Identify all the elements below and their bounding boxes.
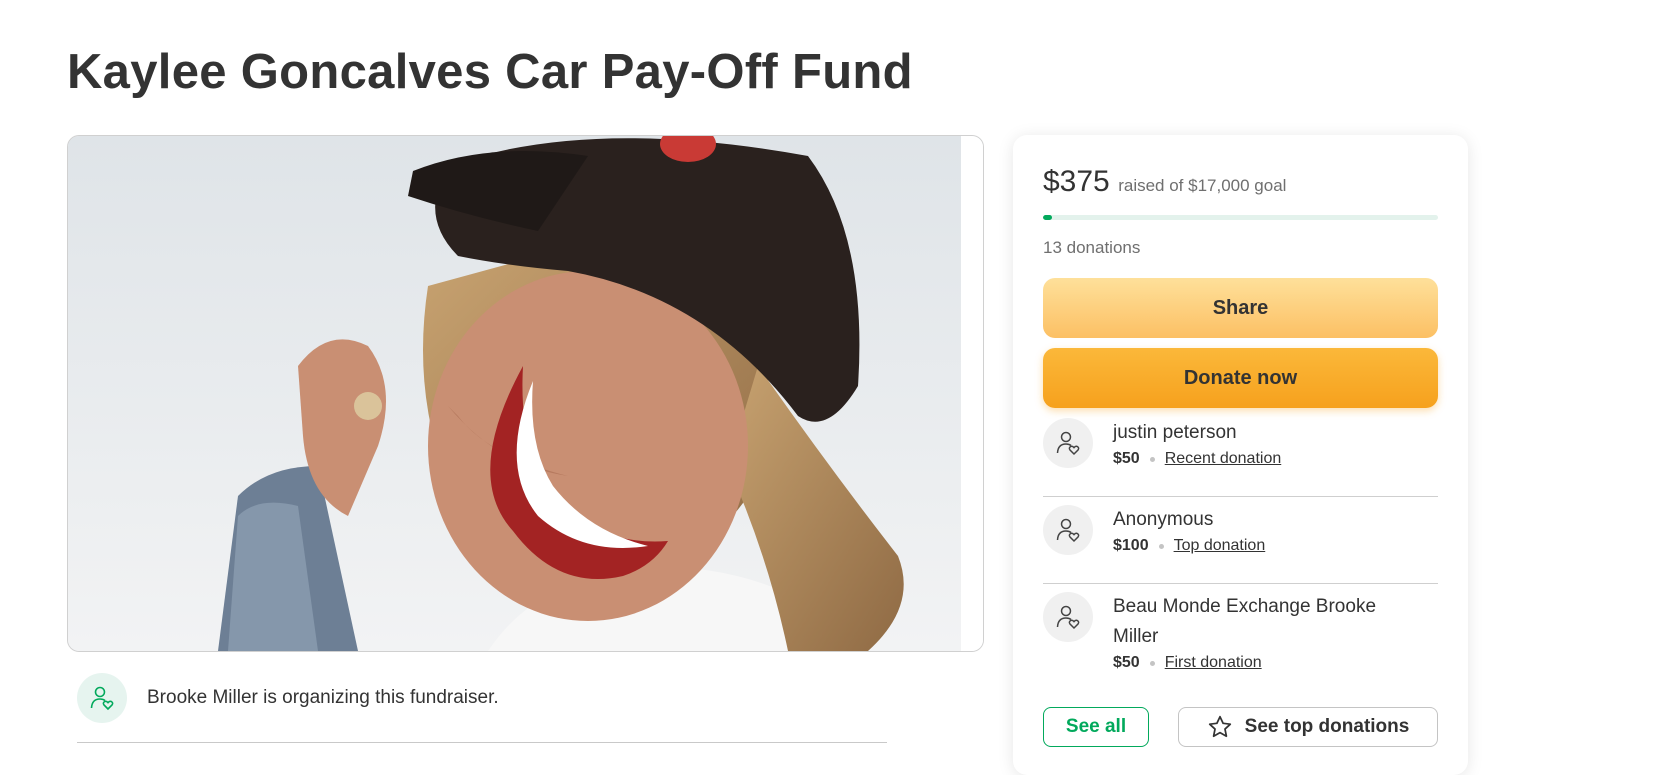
progress-bar-fill [1043, 215, 1052, 220]
donation-amount: $50 [1113, 450, 1140, 467]
donation-list-item: Anonymous $100 Top donation [1043, 505, 1438, 555]
donation-amount: $50 [1113, 654, 1140, 671]
see-top-donations-button[interactable]: See top donations [1178, 707, 1438, 747]
donation-card: $375 raised of $17,000 goal 13 donations… [1013, 135, 1468, 775]
user-heart-icon [77, 673, 127, 723]
raised-amount: $375 [1043, 165, 1110, 198]
raised-goal-label: raised of $17,000 goal [1118, 176, 1287, 195]
organizer-text: Brooke Miller is organizing this fundrai… [147, 687, 499, 708]
donation-count: 13 donations [1043, 238, 1141, 257]
separator-dot [1149, 660, 1155, 666]
user-heart-icon [1043, 505, 1093, 555]
donor-name: Anonymous [1113, 509, 1214, 530]
top-donation-link[interactable]: Top donation [1174, 537, 1266, 555]
donation-amount: $100 [1113, 537, 1149, 554]
divider [1043, 496, 1438, 497]
donor-name: Beau Monde Exchange Brooke Miller [1113, 596, 1377, 647]
separator-dot [1149, 456, 1155, 462]
raised-summary: $375 raised of $17,000 goal [1043, 165, 1286, 199]
user-heart-icon [1043, 592, 1093, 642]
star-icon [1208, 715, 1231, 738]
donate-now-button[interactable]: Donate now [1043, 348, 1438, 408]
divider [1043, 583, 1438, 584]
donor-name: justin peterson [1113, 422, 1237, 443]
donation-list-item: Beau Monde Exchange Brooke Miller $50 Fi… [1043, 592, 1438, 672]
see-top-donations-label: See top donations [1244, 716, 1410, 737]
user-heart-icon [1043, 418, 1093, 468]
share-button[interactable]: Share [1043, 278, 1438, 338]
fundraiser-hero-image [67, 135, 984, 652]
progress-bar [1043, 215, 1438, 220]
see-all-button[interactable]: See all [1043, 707, 1149, 747]
first-donation-link[interactable]: First donation [1165, 654, 1262, 672]
divider [77, 742, 887, 743]
organizer-row: Brooke Miller is organizing this fundrai… [77, 673, 499, 723]
separator-dot [1158, 543, 1164, 549]
recent-donation-link[interactable]: Recent donation [1165, 450, 1282, 468]
page-title: Kaylee Goncalves Car Pay-Off Fund [67, 45, 913, 99]
donation-list-item: justin peterson $50 Recent donation [1043, 418, 1438, 468]
